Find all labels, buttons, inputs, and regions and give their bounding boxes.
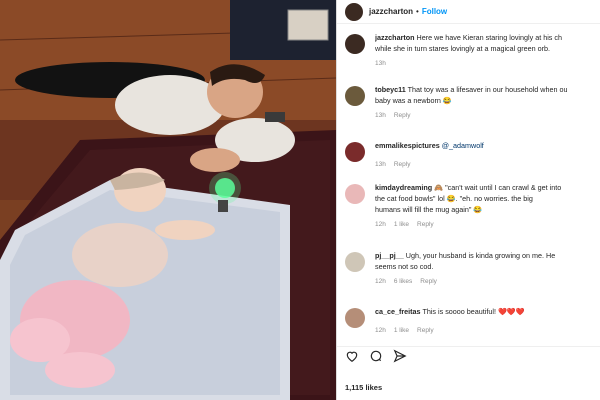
likes-count[interactable]: 1,115 likes xyxy=(345,383,382,392)
reply-button[interactable]: Reply xyxy=(394,112,411,119)
comment-text: Ugh, your husband is kinda growing on me… xyxy=(405,251,556,260)
comment-item: kimdaydreaming 🙈 "can't wait until I can… xyxy=(337,182,600,228)
comment-text-line2: seems not so cod. xyxy=(375,262,434,271)
comment-text-line2: the cat food bowls" lol 😂. "eh. no worri… xyxy=(375,194,533,203)
avatar[interactable] xyxy=(345,86,365,106)
comment-text: Here we have Kieran staring lovingly at … xyxy=(416,33,562,42)
comments-list: jazzcharton Here we have Kieran staring … xyxy=(337,32,600,336)
instagram-post-view: jazzcharton • Follow jazzcharton Here we… xyxy=(0,0,600,400)
reply-button[interactable]: Reply xyxy=(420,278,437,285)
comment-time: 13h xyxy=(375,161,386,168)
comment-item: jazzcharton Here we have Kieran staring … xyxy=(337,32,600,67)
comment-item: emmalikespictures @_adamwolf 13h Reply xyxy=(337,140,600,168)
avatar[interactable] xyxy=(345,184,365,204)
avatar[interactable] xyxy=(345,142,365,162)
comment-username[interactable]: pj__pj__ xyxy=(375,251,404,260)
comment-username[interactable]: jazzcharton xyxy=(375,33,415,42)
post-actions xyxy=(337,346,600,370)
comment-likes[interactable]: 1 like xyxy=(394,221,409,228)
avatar[interactable] xyxy=(345,252,365,272)
comment-username[interactable]: kimdaydreaming xyxy=(375,183,432,192)
reply-button[interactable]: Reply xyxy=(417,221,434,228)
comment-item: ca_ce_freitas This is soooo beautiful! ❤… xyxy=(337,306,600,334)
comment-mention[interactable]: @_adamwolf xyxy=(442,141,484,150)
user-avatar[interactable] xyxy=(345,2,363,21)
comment-time: 13h xyxy=(375,112,386,119)
comment-time: 12h xyxy=(375,278,386,285)
comment-likes[interactable]: 6 likes xyxy=(394,278,412,285)
share-icon[interactable] xyxy=(393,349,407,368)
post-username[interactable]: jazzcharton xyxy=(369,7,413,16)
comment-text: This is soooo beautiful! ❤️❤️❤️ xyxy=(422,307,525,316)
comment-text-line2: baby was a newborn 😂 xyxy=(375,96,452,105)
comment-text-line3: humans will fill the mug again" 😂 xyxy=(375,205,483,214)
comment-time: 12h xyxy=(375,221,386,228)
reply-button[interactable]: Reply xyxy=(394,161,411,168)
comment-username[interactable]: ca_ce_freitas xyxy=(375,307,421,316)
comment-likes[interactable]: 1 like xyxy=(394,327,409,334)
comment-time: 13h xyxy=(375,60,386,67)
post-header: jazzcharton • Follow xyxy=(337,0,600,24)
comment-text: That toy was a lifesaver in our househol… xyxy=(407,85,568,94)
separator-dot: • xyxy=(416,7,419,16)
avatar[interactable] xyxy=(345,34,365,54)
comments-panel: jazzcharton • Follow jazzcharton Here we… xyxy=(336,0,600,400)
avatar[interactable] xyxy=(345,308,365,328)
comment-item: pj__pj__ Ugh, your husband is kinda grow… xyxy=(337,250,600,285)
comment-icon[interactable] xyxy=(369,349,383,368)
comment-username[interactable]: emmalikespictures xyxy=(375,141,440,150)
comment-text: 🙈 "can't wait until I can crawl & get in… xyxy=(434,183,562,192)
follow-button[interactable]: Follow xyxy=(422,7,447,16)
comment-item: tobeyc11 That toy was a lifesaver in our… xyxy=(337,84,600,119)
comment-username[interactable]: tobeyc11 xyxy=(375,85,406,94)
heart-icon[interactable] xyxy=(345,349,359,368)
comment-time: 12h xyxy=(375,327,386,334)
reply-button[interactable]: Reply xyxy=(417,327,434,334)
photo-illustration xyxy=(0,0,336,400)
comment-text-line2: while she in turn stares lovingly at a m… xyxy=(375,44,550,53)
post-photo[interactable] xyxy=(0,0,336,400)
